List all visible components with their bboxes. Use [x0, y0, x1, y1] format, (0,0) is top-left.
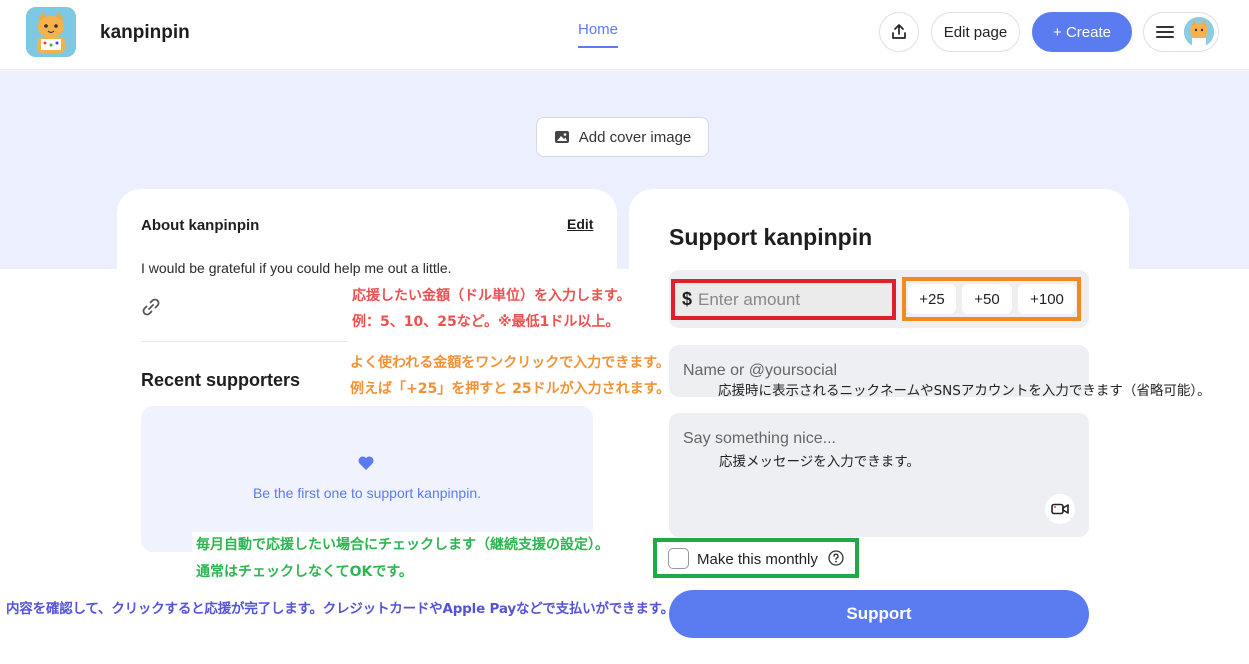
add-cover-image-label: Add cover image	[578, 128, 692, 146]
about-edit-link[interactable]: Edit	[567, 216, 593, 232]
monthly-annotation-line1: 毎月自動で応援したい場合にチェックします（継続支援の設定）。	[196, 537, 609, 553]
name-placeholder: Name or @yoursocial	[683, 362, 838, 379]
cat-avatar-icon	[1184, 17, 1214, 47]
support-title: Support kanpinpin	[669, 224, 873, 250]
quick-amount-50-button[interactable]: +50	[962, 284, 1012, 314]
top-bar: kanpinpin Home Edit page + Create	[0, 0, 1249, 70]
video-message-button[interactable]	[1045, 494, 1075, 524]
hamburger-menu-icon	[1156, 26, 1174, 38]
help-icon[interactable]	[828, 550, 844, 566]
creator-logo[interactable]	[26, 7, 76, 57]
name-annotation: 応援時に表示されるニックネームやSNSアカウントを入力できます（省略可能）。	[718, 383, 1211, 399]
quick-amount-25-button[interactable]: +25	[908, 284, 956, 314]
site-name[interactable]: kanpinpin	[100, 22, 190, 44]
monthly-checkbox[interactable]	[668, 548, 689, 569]
message-placeholder: Say something nice...	[683, 430, 836, 447]
create-button[interactable]: + Create	[1032, 12, 1132, 52]
currency-symbol: $	[682, 289, 693, 309]
monthly-annotation-line2: 通常はチェックしなくてOKです。	[196, 564, 413, 580]
heart-icon	[358, 456, 374, 470]
amount-annotation-line1: 応援したい金額（ドル単位）を入力します。	[352, 288, 631, 304]
image-icon	[554, 131, 569, 143]
cat-mascot-icon	[26, 7, 76, 57]
quick-amount-100-button[interactable]: +100	[1018, 284, 1076, 314]
amount-annotation: 応援したい金額（ドル単位）を入力します。 例：5、10、25など。※最低1ドル以…	[348, 287, 634, 343]
about-description: I would be grateful if you could help me…	[141, 260, 452, 276]
support-annotation: 内容を確認して、クリックすると応援が完了します。クレジットカードやApple P…	[4, 599, 674, 621]
nav-home-tab[interactable]: Home	[578, 21, 619, 48]
quick-amount-annotation-line1: よく使われる金額をワンクリックで入力できます。	[350, 355, 670, 371]
avatar	[1184, 17, 1214, 47]
support-button[interactable]: Support	[669, 590, 1089, 638]
recent-supporters-title: Recent supporters	[141, 370, 301, 390]
add-cover-image-button[interactable]: Add cover image	[536, 117, 709, 157]
share-button[interactable]	[879, 12, 919, 52]
amount-placeholder: Enter amount	[698, 289, 801, 309]
link-icon[interactable]	[140, 296, 162, 318]
video-camera-icon	[1051, 503, 1069, 515]
empty-supporters-text: Be the first one to support kanpinpin.	[252, 485, 482, 501]
amount-annotation-line2: 例：5、10、25など。※最低1ドル以上。	[352, 314, 620, 330]
edit-page-button[interactable]: Edit page	[931, 12, 1020, 52]
share-icon	[892, 24, 906, 39]
message-annotation: 応援メッセージを入力できます。	[719, 454, 920, 470]
amount-input[interactable]: $ Enter amount	[671, 279, 896, 320]
about-title: About kanpinpin	[141, 217, 260, 234]
recent-supporters-empty-state	[141, 406, 593, 552]
quick-amount-annotation-line2: 例えば「+25」を押すと 25ドルが入力されます。	[350, 381, 671, 397]
account-menu-button[interactable]	[1143, 12, 1219, 52]
monthly-annotation: 毎月自動で応援したい場合にチェックします（継続支援の設定）。 通常はチェックしな…	[192, 532, 624, 588]
quick-amount-annotation: よく使われる金額をワンクリックで入力できます。 例えば「+25」を押すと 25ド…	[346, 354, 671, 406]
monthly-label: Make this monthly	[697, 551, 818, 568]
